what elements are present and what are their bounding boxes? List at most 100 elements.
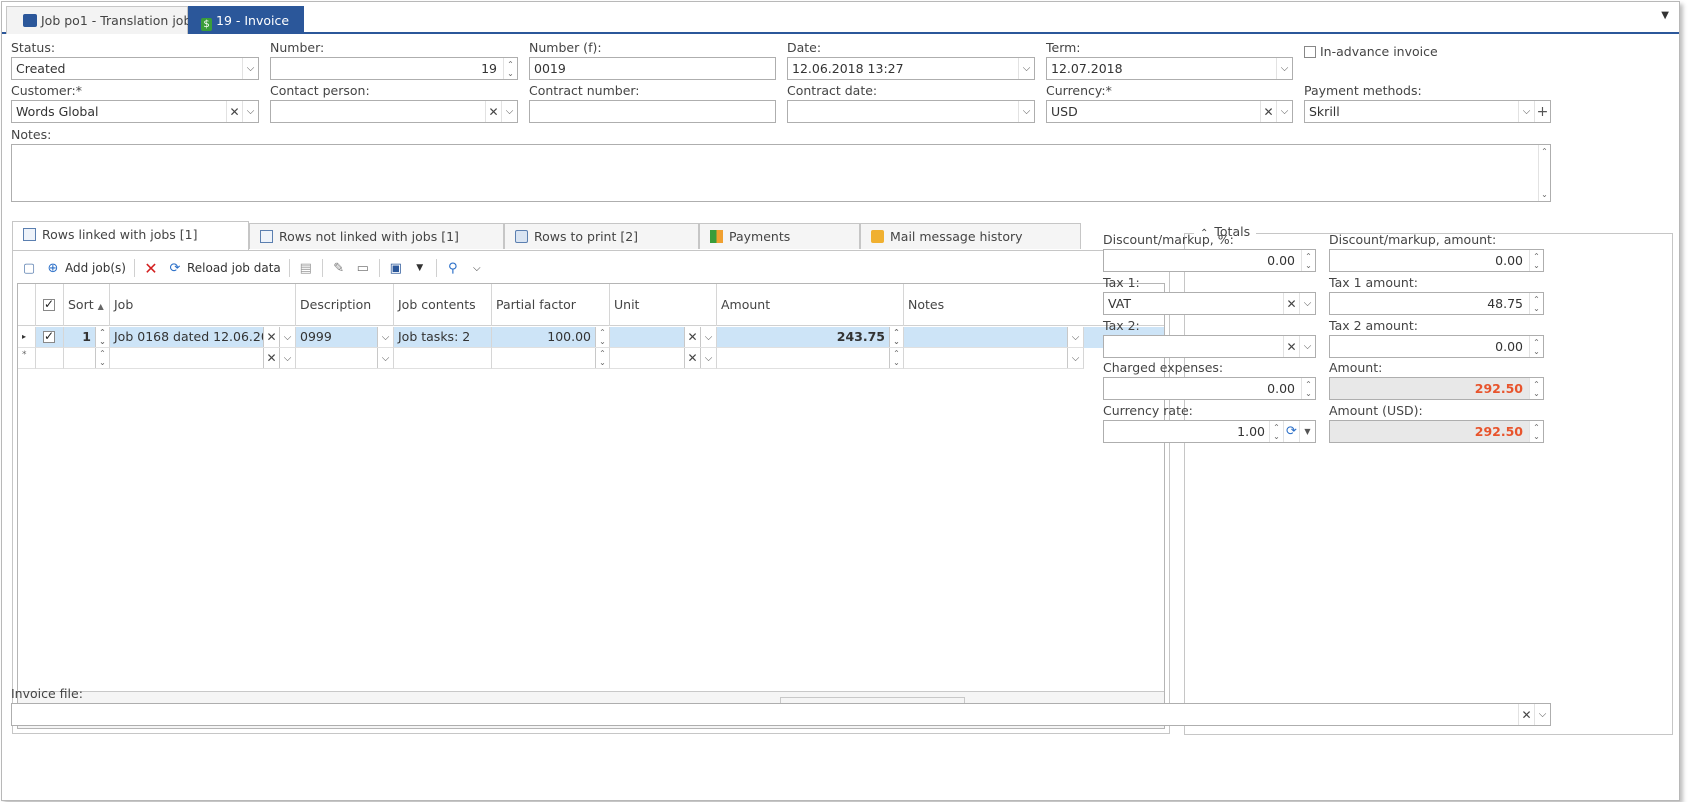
contact-person-select[interactable]: ✕ ⌵ <box>270 100 518 123</box>
chevron-down-icon[interactable]: ⌵ <box>1299 293 1315 314</box>
chevron-down-icon[interactable]: ⌵ <box>1299 336 1315 357</box>
spin-icon[interactable]: ⌃ ⌄ <box>595 348 609 368</box>
new-row-checkbox-cell[interactable] <box>36 348 64 369</box>
new-description-cell[interactable]: ⌵ <box>296 348 394 369</box>
scrollbar[interactable]: ⌃ ⌄ <box>1538 145 1550 201</box>
new-notes-cell[interactable]: ⌵ <box>904 348 1084 369</box>
unit-cell[interactable]: ✕ ⌵ <box>610 327 717 348</box>
contract-date-picker[interactable]: ⌵ <box>787 100 1035 123</box>
chevron-down-icon[interactable]: ⌵ <box>469 260 485 276</box>
clear-icon[interactable]: ✕ <box>1518 704 1534 725</box>
partial-factor-cell[interactable]: 100.00 ⌃ ⌄ <box>492 327 610 348</box>
clear-icon[interactable]: ✕ <box>226 101 242 122</box>
find-icon[interactable]: ⚲ <box>445 260 461 276</box>
chevron-down-icon[interactable]: ⌵ <box>1018 101 1034 122</box>
spin-icon[interactable]: ⌃ ⌄ <box>1301 378 1315 399</box>
add-jobs-button[interactable]: ⊕ Add job(s) <box>45 260 126 276</box>
checkbox-icon[interactable] <box>1304 46 1316 58</box>
chevron-down-icon[interactable]: ⌵ <box>1276 58 1292 79</box>
tax1-amount-stepper[interactable]: 48.75 ⌃ ⌄ <box>1329 292 1544 315</box>
close-icon[interactable]: ✕ <box>303 13 315 29</box>
payment-methods-select[interactable]: Skrill ⌵ + <box>1304 100 1551 123</box>
reload-job-data-button[interactable]: ⟳ Reload job data <box>167 260 281 276</box>
chevron-down-icon[interactable]: ⌵ <box>1067 348 1083 368</box>
in-advance-checkbox[interactable]: In-advance invoice <box>1304 44 1438 59</box>
amount-cell[interactable]: 243.75 ⌃ ⌄ <box>717 327 904 348</box>
clear-icon[interactable]: ✕ <box>684 327 700 347</box>
tabs-dropdown-icon[interactable]: ▼ <box>1661 10 1669 21</box>
dropdown-icon[interactable]: ▼ <box>1299 421 1315 442</box>
chevron-down-icon[interactable]: ⌵ <box>1534 704 1550 725</box>
tax2-amount-stepper[interactable]: 0.00 ⌃ ⌄ <box>1329 335 1544 358</box>
palette-icon[interactable]: ✎ <box>331 260 347 276</box>
discount-amount-stepper[interactable]: 0.00 ⌃ ⌄ <box>1329 249 1544 272</box>
clear-icon[interactable]: ✕ <box>1283 336 1299 357</box>
chevron-down-icon[interactable]: ⌵ <box>242 101 258 122</box>
contract-number-input[interactable] <box>529 100 776 123</box>
delete-icon[interactable]: ✕ <box>143 259 159 278</box>
tab-payments[interactable]: Payments <box>699 223 860 249</box>
new-amount-cell[interactable]: ⌃ ⌄ <box>717 348 904 369</box>
chevron-down-icon[interactable]: ⌵ <box>700 327 716 347</box>
number-f-input[interactable]: 0019 <box>529 57 776 80</box>
term-picker[interactable]: 12.07.2018 ⌵ <box>1046 57 1293 80</box>
spin-icon[interactable]: ⌃ ⌄ <box>889 348 903 368</box>
spin-icon[interactable]: ⌃ ⌄ <box>889 327 903 347</box>
tab-mail-history[interactable]: Mail message history <box>860 223 1081 249</box>
row-checkbox[interactable] <box>36 327 64 348</box>
column-unit[interactable]: Unit <box>610 284 717 326</box>
save-icon[interactable]: ▣ <box>388 260 404 276</box>
notes-cell[interactable]: ⌵ <box>904 327 1084 348</box>
spin-icon[interactable]: ⌃ ⌄ <box>95 327 109 347</box>
chevron-down-icon[interactable]: ⌵ <box>1276 101 1292 122</box>
save-dropdown-icon[interactable]: ▼ <box>412 260 428 276</box>
new-job-contents-cell[interactable] <box>394 348 492 369</box>
tab-invoice[interactable]: $19 - Invoice ✕ <box>188 6 315 34</box>
clear-icon[interactable]: ✕ <box>263 327 279 347</box>
chevron-down-icon[interactable]: ⌵ <box>377 327 393 347</box>
chevron-down-icon[interactable]: ⌵ <box>279 348 295 368</box>
layout-icon[interactable]: ▭ <box>355 260 371 276</box>
checkbox-icon[interactable] <box>43 297 55 311</box>
spin-icon[interactable]: ⌃ ⌄ <box>1269 421 1283 442</box>
clear-icon[interactable]: ✕ <box>1260 101 1276 122</box>
tab-rows-linked[interactable]: Rows linked with jobs [1] <box>12 221 249 251</box>
table-row[interactable]: ▸ 1 ⌃⌄ Job 0168 dated 12.06.2018 ✕⌵ 0999… <box>18 327 1164 348</box>
spin-icon[interactable]: ⌃ ⌄ <box>1529 336 1543 357</box>
clear-icon[interactable]: ✕ <box>684 348 700 368</box>
invoice-file-select[interactable]: ✕ ⌵ <box>11 703 1551 726</box>
chevron-down-icon[interactable]: ⌵ <box>700 348 716 368</box>
column-description[interactable]: Description <box>296 284 394 326</box>
chevron-down-icon[interactable]: ⌵ <box>501 101 517 122</box>
job-cell[interactable]: Job 0168 dated 12.06.2018 ✕ ⌵ <box>110 327 296 348</box>
tab-rows-to-print[interactable]: Rows to print [2] <box>504 223 699 249</box>
select-all-checkbox[interactable] <box>36 284 64 326</box>
spin-icon[interactable]: ⌃ ⌄ <box>1301 250 1315 271</box>
spin-icon[interactable]: ⌃ ⌄ <box>503 58 517 79</box>
list-icon[interactable]: ▤ <box>298 260 314 276</box>
job-contents-cell[interactable]: Job tasks: 2 <box>394 327 492 348</box>
tax1-select[interactable]: VAT ✕ ⌵ <box>1103 292 1316 315</box>
chevron-down-icon[interactable]: ⌵ <box>1067 327 1083 347</box>
currency-rate-stepper[interactable]: 1.00 ⌃ ⌄ ⟳ ▼ <box>1103 420 1316 443</box>
tab-rows-not-linked[interactable]: Rows not linked with jobs [1] <box>249 223 504 249</box>
new-job-cell[interactable]: ✕ ⌵ <box>110 348 296 369</box>
description-cell[interactable]: 0999 ⌵ <box>296 327 394 348</box>
chevron-down-icon[interactable]: ⌵ <box>377 348 393 368</box>
column-amount[interactable]: Amount <box>717 284 904 326</box>
notes-textarea[interactable]: ⌃ ⌄ <box>11 144 1551 202</box>
status-select[interactable]: Created ⌵ <box>11 57 259 80</box>
refresh-rate-icon[interactable]: ⟳ <box>1283 421 1299 442</box>
new-sort-cell[interactable]: ⌃ ⌄ <box>64 348 110 369</box>
column-partial-factor[interactable]: Partial factor <box>492 284 610 326</box>
new-unit-cell[interactable]: ✕ ⌵ <box>610 348 717 369</box>
tab-job-po1[interactable]: Job po1 - Translation job <box>6 6 191 34</box>
column-sort[interactable]: Sort ▲ <box>64 284 110 326</box>
clear-icon[interactable]: ✕ <box>485 101 501 122</box>
tax2-select[interactable]: ✕ ⌵ <box>1103 335 1316 358</box>
column-job[interactable]: Job <box>110 284 296 326</box>
new-partial-factor-cell[interactable]: ⌃ ⌄ <box>492 348 610 369</box>
clear-icon[interactable]: ✕ <box>1283 293 1299 314</box>
charged-expenses-stepper[interactable]: 0.00 ⌃ ⌄ <box>1103 377 1316 400</box>
spin-icon[interactable]: ⌃ ⌄ <box>95 348 109 368</box>
